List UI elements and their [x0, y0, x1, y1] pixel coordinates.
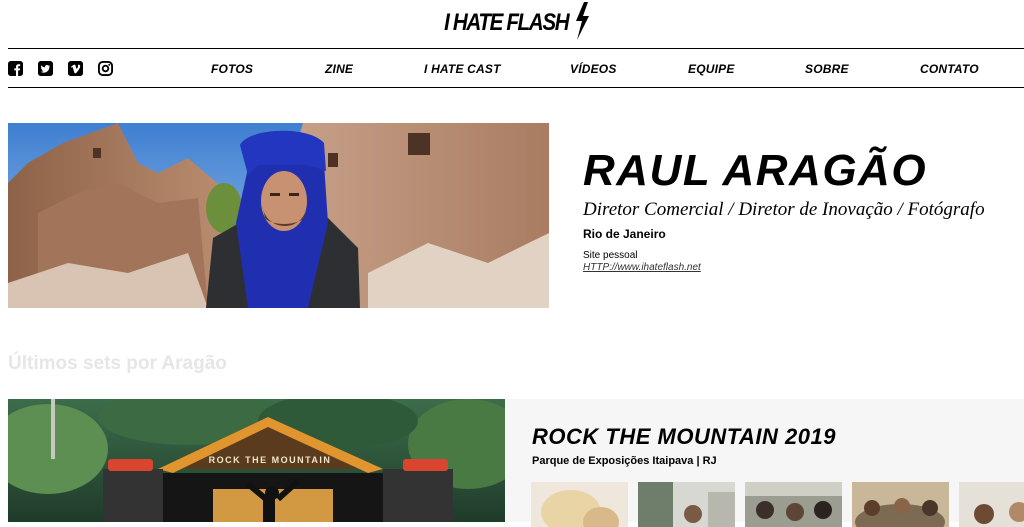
profile-photo: [8, 123, 549, 308]
nav-fotos[interactable]: FOTOS: [211, 62, 253, 76]
nav-zine[interactable]: ZINE: [325, 62, 353, 76]
profile-roles: Diretor Comercial / Diretor de Inovação …: [583, 199, 985, 220]
set-cover-image[interactable]: ROCK THE MOUNTAIN: [8, 399, 505, 522]
set-thumbnail[interactable]: [959, 482, 1024, 527]
profile-name: RAUL ARAGÃO: [583, 146, 928, 195]
set-thumbnail[interactable]: [638, 482, 735, 527]
site-logo[interactable]: I HATE FLASH: [0, 0, 1024, 46]
nav-videos[interactable]: VÍDEOS: [570, 62, 617, 76]
instagram-icon[interactable]: [98, 61, 113, 76]
set-location: Parque de Exposições Itaipava | RJ: [532, 455, 717, 467]
set-thumbnails: [531, 482, 1024, 527]
social-links: [8, 61, 113, 76]
vimeo-icon[interactable]: [68, 61, 83, 76]
lightning-bolt-icon: [576, 2, 590, 40]
latest-sets-heading: Últimos sets por Aragão: [8, 353, 227, 374]
main-navbar: FOTOS ZINE I HATE CAST VÍDEOS EQUIPE SOB…: [8, 48, 1024, 88]
set-title[interactable]: ROCK THE MOUNTAIN 2019: [532, 424, 836, 450]
set-thumbnail[interactable]: [745, 482, 842, 527]
logo-text: I HATE FLASH: [443, 9, 570, 36]
stage-sign: ROCK THE MOUNTAIN: [209, 455, 332, 465]
set-thumbnail[interactable]: [852, 482, 949, 527]
personal-site-label: Site pessoal: [583, 250, 638, 261]
twitter-icon[interactable]: [38, 61, 53, 76]
set-info-panel[interactable]: ROCK THE MOUNTAIN 2019 Parque de Exposiç…: [505, 399, 1024, 527]
nav-equipe[interactable]: EQUIPE: [688, 62, 735, 76]
set-thumbnail[interactable]: [531, 482, 628, 527]
personal-site-link[interactable]: HTTP://www.ihateflash.net: [583, 262, 701, 273]
facebook-icon[interactable]: [8, 61, 23, 76]
nav-sobre[interactable]: SOBRE: [805, 62, 849, 76]
nav-contato[interactable]: CONTATO: [920, 62, 979, 76]
profile-city: Rio de Janeiro: [583, 227, 666, 241]
nav-i-hate-cast[interactable]: I HATE CAST: [424, 62, 501, 76]
